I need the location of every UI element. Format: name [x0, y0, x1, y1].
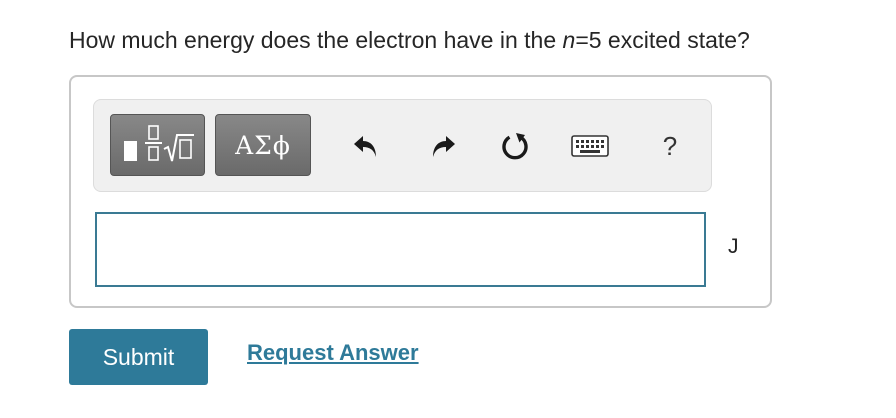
- help-label: ?: [662, 130, 678, 161]
- reset-circular-arrow-icon: [500, 131, 530, 161]
- redo-button[interactable]: [427, 130, 459, 162]
- undo-button[interactable]: [350, 130, 382, 162]
- templates-button[interactable]: [110, 114, 205, 176]
- greek-symbols-button[interactable]: ΑΣϕ: [215, 114, 311, 176]
- redo-arrow-icon: [429, 132, 457, 160]
- undo-arrow-icon: [352, 132, 380, 160]
- keyboard-button[interactable]: [570, 130, 610, 162]
- greek-symbols-label: ΑΣϕ: [235, 130, 291, 160]
- question-variable: n: [562, 27, 576, 53]
- keyboard-icon: [571, 133, 609, 159]
- answer-panel: ΑΣϕ ? J: [69, 75, 772, 308]
- help-button[interactable]: ?: [654, 130, 686, 162]
- answer-unit: J: [728, 235, 739, 258]
- question-text-before: How much energy does the electron have i…: [69, 27, 563, 53]
- question-text: How much energy does the electron have i…: [69, 23, 750, 57]
- question-page: How much energy does the electron have i…: [0, 0, 896, 418]
- submit-button[interactable]: Submit: [69, 329, 208, 385]
- fraction-sqrt-template-icon: [120, 123, 196, 167]
- math-toolbar: ΑΣϕ ?: [93, 99, 712, 192]
- reset-button[interactable]: [499, 130, 531, 162]
- question-text-after: =5 excited state?: [575, 27, 750, 53]
- answer-input[interactable]: [95, 212, 706, 287]
- request-answer-link[interactable]: Request Answer: [247, 340, 419, 366]
